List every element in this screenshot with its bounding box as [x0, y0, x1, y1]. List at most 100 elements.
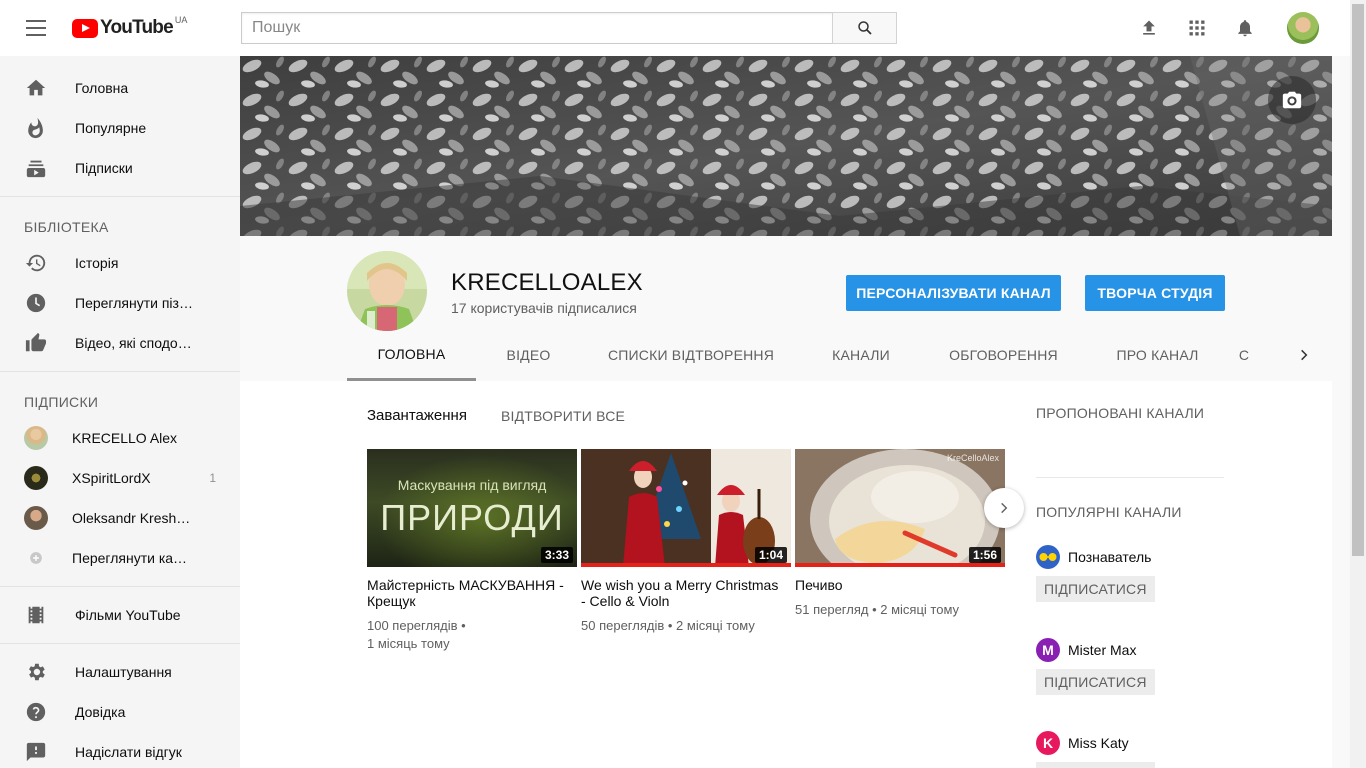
sidebar-item-settings[interactable]: Налаштування: [0, 652, 240, 692]
channel-avatar: [24, 506, 48, 530]
video-views: 50 переглядів: [581, 618, 665, 633]
camera-icon: [1282, 91, 1302, 109]
feedback-icon: [24, 740, 48, 764]
sidebar-sub-krecello-alex[interactable]: KRECELLO Alex: [0, 418, 240, 458]
tab-search-truncated[interactable]: С: [1229, 329, 1259, 381]
video-thumbnail[interactable]: 1:04: [581, 449, 791, 567]
video-title[interactable]: Майстерність МАСКУВАННЯ - Крещук: [367, 577, 567, 609]
sidebar-item-label: Надіслати відгук: [75, 744, 182, 760]
video-card[interactable]: KreCelloAlex 1:56 Печиво 51 перегляд • 2…: [795, 449, 1005, 619]
channel-home-content: Завантаження ВІДТВОРИТИ ВСЕ Маскування п…: [240, 381, 1332, 768]
sidebar-item-youtube-movies[interactable]: Фільми YouTube: [0, 595, 240, 635]
play-all-link[interactable]: ВІДТВОРИТИ ВСЕ: [501, 408, 625, 424]
page-scrollbar[interactable]: [1350, 0, 1366, 768]
sidebar-item-label: Підписки: [75, 160, 133, 176]
banner-image: [240, 56, 1332, 236]
channel-name: Познаватель: [1068, 549, 1152, 565]
channel-name: KRECELLOALEX: [451, 269, 643, 296]
sidebar-sub-oleksandr[interactable]: Oleksandr Kreshchuk: [0, 498, 240, 538]
channel-avatar: [1036, 545, 1060, 569]
channel-tabs: ГОЛОВНА ВІДЕО СПИСКИ ВІДТВОРЕННЯ КАНАЛИ …: [347, 329, 1259, 381]
subscribe-button[interactable]: ПІДПИСАТИСЯ: [1036, 576, 1155, 602]
sidebar-browse-channels[interactable]: Переглянути канали: [0, 538, 240, 578]
history-icon: [24, 251, 48, 275]
upload-icon[interactable]: [1137, 16, 1161, 40]
uploads-shelf-title[interactable]: Завантаження: [367, 407, 467, 424]
channel-link[interactable]: M Mister Max: [1036, 638, 1224, 662]
shelf-scroll-right-button[interactable]: [984, 488, 1024, 528]
sidebar-item-liked-videos[interactable]: Відео, які сподобалися: [0, 323, 240, 363]
channel-entry: Познаватель ПІДПИСАТИСЯ: [1036, 545, 1224, 602]
country-code: UA: [174, 15, 188, 25]
sidebar-item-history[interactable]: Історія: [0, 243, 240, 283]
sidebar-item-home[interactable]: Головна: [0, 68, 240, 108]
youtube-logo[interactable]: YouTube UA: [72, 15, 188, 39]
video-thumbnail[interactable]: Маскування під вигляд ПРИРОДИ 3:33: [367, 449, 577, 567]
divider: [0, 643, 240, 644]
subscriptions-header: ПІДПИСКИ: [24, 394, 99, 410]
sidebar-item-label: Довідка: [75, 704, 126, 720]
tab-discussion[interactable]: ОБГОВОРЕННЯ: [921, 329, 1086, 381]
sidebar-item-label: Фільми YouTube: [75, 607, 181, 623]
customize-channel-button[interactable]: ПЕРСОНАЛІЗУВАТИ КАНАЛ: [846, 275, 1061, 311]
help-icon: [24, 700, 48, 724]
chevron-right-icon: [1301, 349, 1308, 361]
video-title[interactable]: Печиво: [795, 577, 995, 593]
notifications-bell-icon[interactable]: [1233, 16, 1257, 40]
sidebar-item-label: Головна: [75, 80, 129, 96]
sidebar-item-label: Переглянути пізніше: [75, 295, 195, 311]
sidebar-sub-xspiritlordx[interactable]: XSpiritLordX 1: [0, 458, 240, 498]
menu-icon[interactable]: [26, 20, 46, 36]
tab-home[interactable]: ГОЛОВНА: [347, 329, 476, 381]
top-bar: YouTube UA: [0, 0, 1350, 56]
channel-avatar-large[interactable]: [347, 251, 427, 331]
related-channels-column: ПРОПОНОВАНІ КАНАЛИ ПОПУЛЯРНІ КАНАЛИ Позн…: [1036, 405, 1224, 768]
video-meta: 51 перегляд • 2 місяці тому: [795, 602, 960, 617]
sidebar-item-subscriptions[interactable]: Підписки: [0, 148, 240, 188]
tab-playlists[interactable]: СПИСКИ ВІДТВОРЕННЯ: [581, 329, 801, 381]
sidebar-item-label: Популярне: [75, 120, 147, 136]
subscriptions-icon: [24, 156, 48, 180]
thumbnail-watermark: KreCelloAlex: [946, 453, 999, 463]
tabs-scroll-right-button[interactable]: [1294, 344, 1314, 366]
account-avatar[interactable]: [1287, 12, 1319, 44]
channel-entry: K Miss Katy ПІДПИСАТИСЯ: [1036, 731, 1224, 768]
search-input[interactable]: [241, 12, 833, 44]
divider: [0, 196, 240, 197]
gear-icon: [24, 660, 48, 684]
popular-channels-header: ПОПУЛЯРНІ КАНАЛИ: [1036, 504, 1182, 520]
tab-videos[interactable]: ВІДЕО: [476, 329, 581, 381]
subscriber-count: 17 користувачів підписалися: [451, 300, 637, 316]
main-content: KRECELLOALEX 17 користувачів підписалися…: [240, 56, 1350, 768]
subscribe-button[interactable]: ПІДПИСАТИСЯ: [1036, 762, 1155, 768]
channel-link[interactable]: K Miss Katy: [1036, 731, 1224, 755]
video-age: 2 місяці тому: [880, 602, 960, 617]
creator-studio-button[interactable]: ТВОРЧА СТУДІЯ: [1085, 275, 1225, 311]
channel-entry: M Mister Max ПІДПИСАТИСЯ: [1036, 638, 1224, 695]
change-banner-button[interactable]: [1268, 76, 1316, 124]
apps-grid-icon[interactable]: [1185, 16, 1209, 40]
sidebar-item-send-feedback[interactable]: Надіслати відгук: [0, 732, 240, 768]
tab-channels[interactable]: КАНАЛИ: [801, 329, 921, 381]
tab-about[interactable]: ПРО КАНАЛ: [1086, 329, 1229, 381]
divider: [1036, 477, 1224, 478]
video-title[interactable]: We wish you a Merry Christmas - Cello & …: [581, 577, 781, 609]
video-card[interactable]: 1:04 We wish you a Merry Christmas - Cel…: [581, 449, 791, 635]
video-thumbnail[interactable]: KreCelloAlex 1:56: [795, 449, 1005, 567]
divider: [0, 586, 240, 587]
sidebar-item-help[interactable]: Довідка: [0, 692, 240, 732]
sidebar-item-trending[interactable]: Популярне: [0, 108, 240, 148]
search-button[interactable]: [832, 12, 897, 44]
search-icon: [857, 21, 872, 35]
channel-link[interactable]: Познаватель: [1036, 545, 1224, 569]
suggested-channels-header: ПРОПОНОВАНІ КАНАЛИ: [1036, 405, 1205, 421]
video-card[interactable]: Маскування під вигляд ПРИРОДИ 3:33 Майст…: [367, 449, 577, 653]
subscribe-button[interactable]: ПІДПИСАТИСЯ: [1036, 669, 1155, 695]
avatar-image: [347, 251, 427, 331]
sidebar-item-label: Переглянути канали: [72, 550, 192, 566]
sidebar-item-label: Історія: [75, 255, 119, 271]
sidebar-item-watch-later[interactable]: Переглянути пізніше: [0, 283, 240, 323]
fire-icon: [24, 116, 48, 140]
scrollbar-thumb[interactable]: [1352, 4, 1364, 556]
video-duration: 3:33: [540, 547, 573, 563]
